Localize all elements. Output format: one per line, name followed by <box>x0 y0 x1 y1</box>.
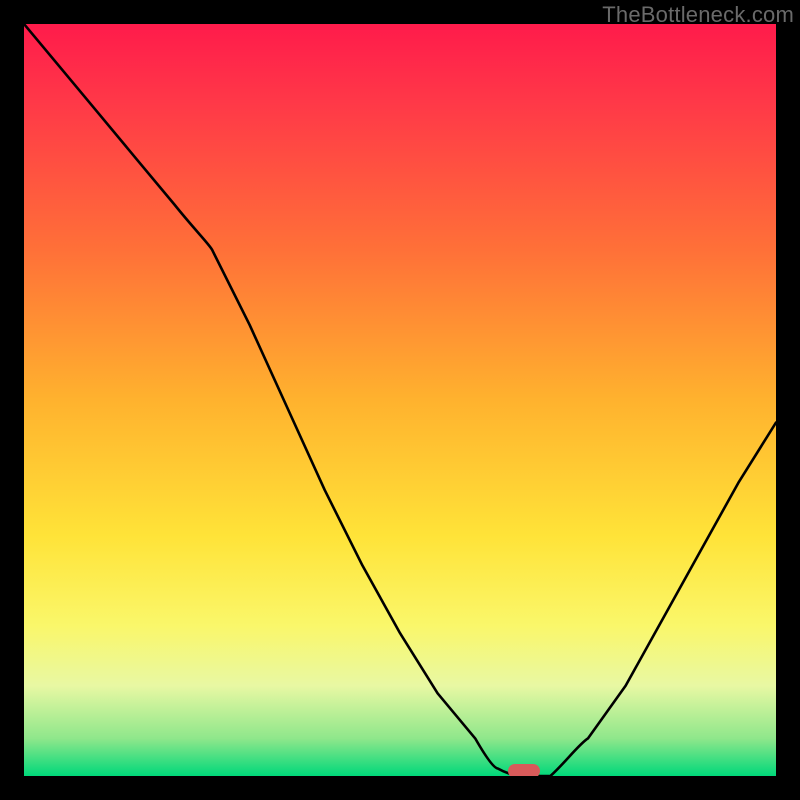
minimum-marker <box>508 764 540 776</box>
watermark-text: TheBottleneck.com <box>602 2 794 28</box>
plot-area <box>24 24 776 776</box>
frame: TheBottleneck.com <box>0 0 800 800</box>
bottleneck-curve <box>24 24 776 776</box>
curve-path <box>24 24 776 776</box>
